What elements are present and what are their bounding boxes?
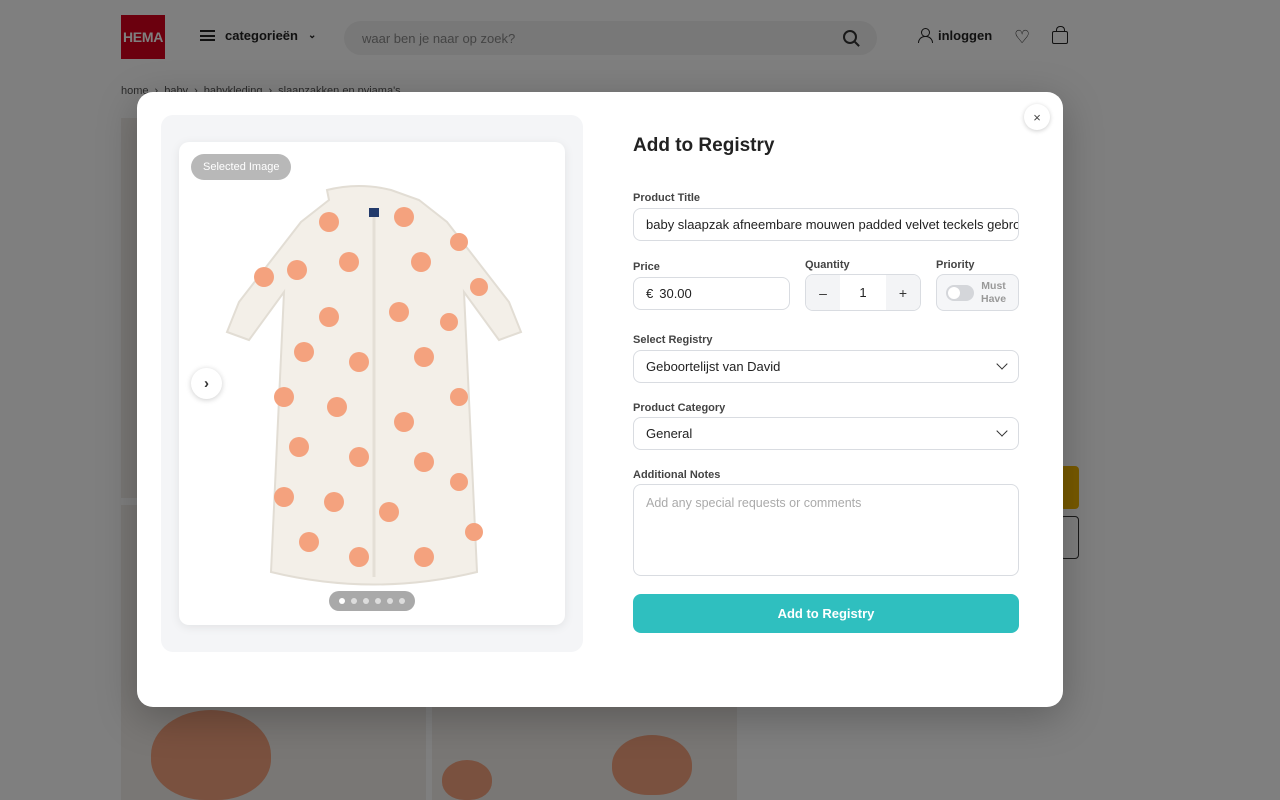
- quantity-decrease-button[interactable]: –: [806, 275, 840, 310]
- product-image: [225, 185, 523, 586]
- product-image-card: Selected Image ›: [179, 142, 565, 625]
- select-registry-label: Select Registry: [633, 334, 713, 346]
- image-pagination: [329, 591, 415, 611]
- close-button[interactable]: ×: [1024, 104, 1050, 130]
- notes-placeholder: Add any special requests or comments: [646, 496, 862, 510]
- price-label: Price: [633, 261, 660, 273]
- next-image-button[interactable]: ›: [191, 368, 222, 399]
- price-input[interactable]: € 30.00: [633, 277, 790, 310]
- registry-select[interactable]: Geboortelijst van David: [633, 350, 1019, 383]
- priority-toggle-label: Must Have: [981, 280, 1006, 306]
- add-to-registry-button[interactable]: Add to Registry: [633, 594, 1019, 633]
- product-title-input[interactable]: baby slaapzak afneembare mouwen padded v…: [633, 208, 1019, 241]
- notes-textarea[interactable]: Add any special requests or comments: [633, 484, 1019, 576]
- chevron-down-icon: [996, 358, 1008, 370]
- pagination-dot[interactable]: [387, 598, 393, 604]
- priority-toggle[interactable]: Must Have: [936, 274, 1019, 311]
- price-value: 30.00: [659, 286, 692, 301]
- quantity-label: Quantity: [805, 259, 850, 271]
- chevron-down-icon: [996, 425, 1008, 437]
- add-to-registry-modal: × Selected Image › Add to Registry Produ…: [137, 92, 1063, 707]
- priority-toggle-line1: Must: [981, 279, 1006, 292]
- pagination-dot[interactable]: [375, 598, 381, 604]
- selected-image-badge: Selected Image: [191, 154, 292, 180]
- modal-title: Add to Registry: [633, 135, 775, 156]
- toggle-switch[interactable]: [946, 284, 974, 301]
- pagination-dot[interactable]: [399, 598, 405, 604]
- pagination-dot[interactable]: [339, 598, 345, 604]
- image-panel: Selected Image ›: [161, 115, 583, 652]
- pagination-dot[interactable]: [363, 598, 369, 604]
- priority-label: Priority: [936, 259, 975, 271]
- registry-select-value: Geboortelijst van David: [646, 359, 781, 374]
- additional-notes-label: Additional Notes: [633, 469, 721, 481]
- category-select[interactable]: General: [633, 417, 1019, 450]
- priority-toggle-line2: Have: [981, 292, 1007, 305]
- quantity-stepper: – 1 +: [805, 274, 921, 311]
- category-select-value: General: [646, 426, 693, 441]
- quantity-increase-button[interactable]: +: [886, 275, 920, 310]
- pagination-dot[interactable]: [351, 598, 357, 604]
- product-title-label: Product Title: [633, 192, 701, 204]
- currency-symbol: €: [646, 286, 654, 301]
- product-category-label: Product Category: [633, 402, 726, 414]
- product-title-value: baby slaapzak afneembare mouwen padded v…: [646, 217, 1018, 232]
- quantity-input[interactable]: 1: [840, 275, 886, 310]
